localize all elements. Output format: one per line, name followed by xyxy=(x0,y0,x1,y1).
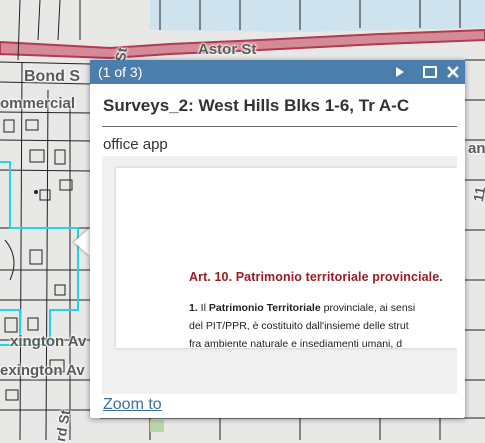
street-label-astor: Astor St xyxy=(198,41,257,58)
attachment-preview[interactable]: Art. 10. Patrimonio territoriale provinc… xyxy=(102,156,457,394)
popup-pointer xyxy=(74,227,91,257)
close-icon[interactable] xyxy=(445,64,461,80)
street-label-right-fragment-2: 11 xyxy=(470,185,485,203)
feature-counter: (1 of 3) xyxy=(98,64,143,80)
document-line-1-post: provinciale, ai sensi xyxy=(320,302,416,314)
street-label-commercial: ommercial xyxy=(0,95,76,112)
street-label-lexington-1: xington Av xyxy=(10,333,87,350)
street-label-right-fragment: an xyxy=(468,140,485,157)
document-line-3: fra ambiente naturale e insediamenti uma… xyxy=(189,338,403,350)
park-area xyxy=(150,420,164,432)
document-heading: Art. 10. Patrimonio territoriale provinc… xyxy=(189,270,443,284)
zoom-to-link[interactable]: Zoom to xyxy=(103,396,162,414)
title-divider xyxy=(102,126,457,127)
popup-title: Surveys_2: West Hills Blks 1-6, Tr A-C xyxy=(103,96,410,115)
street-label-bond: Bond S xyxy=(24,68,80,85)
maximize-icon[interactable] xyxy=(422,64,438,80)
document-line-1-number: 1. xyxy=(189,302,198,314)
document-line-1-pre: Il xyxy=(197,302,209,314)
map-point xyxy=(34,190,38,194)
street-label-lexington-2: exington Av xyxy=(0,362,85,379)
document-line-2: del PIT/PPR, è costituito dall'insieme d… xyxy=(189,320,409,332)
document-line-1: 1. Il Patrimonio Territoriale provincial… xyxy=(189,302,415,314)
info-popup: (1 of 3) Surveys_2: West Hills Blks 1-6,… xyxy=(90,60,465,418)
document-page: Art. 10. Patrimonio territoriale provinc… xyxy=(116,168,457,350)
next-arrow-icon[interactable] xyxy=(392,64,408,80)
field-label: office app xyxy=(103,136,168,153)
document-line-1-bold: Patrimonio Territoriale xyxy=(208,302,321,314)
popup-header: (1 of 3) xyxy=(90,60,465,84)
